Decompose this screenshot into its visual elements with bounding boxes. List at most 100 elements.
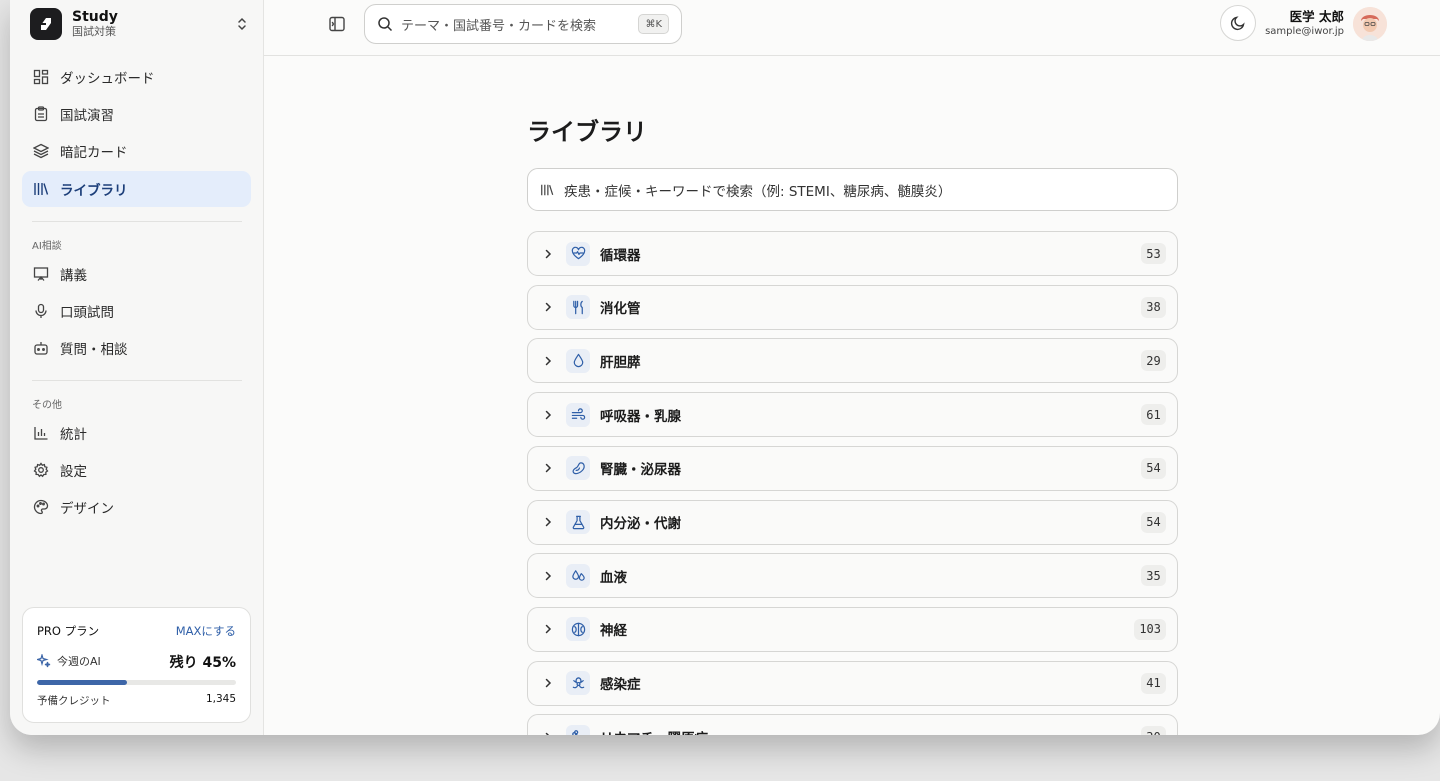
category-count-badge: 53 (1141, 243, 1166, 264)
credit-value: 1,345 (205, 693, 236, 705)
sidebar-item-label: 暗記カード (60, 145, 128, 161)
category-row[interactable]: 消化管 38 (527, 284, 1178, 330)
sidebar-divider (32, 221, 242, 222)
sidebar-item-lecture[interactable]: 講義 (22, 256, 251, 292)
palette-icon (32, 498, 50, 516)
upgrade-link[interactable]: MAXにする (176, 623, 236, 639)
chevron-right-icon[interactable] (538, 405, 558, 425)
ai-usage-bar (37, 680, 236, 685)
user-email: sample@iwor.jp (1265, 26, 1344, 37)
bean-icon (566, 456, 590, 481)
section-label-other: その他 (32, 400, 62, 411)
chevron-right-icon[interactable] (538, 727, 558, 735)
category-row[interactable]: リウマチ・膠原病 30 (527, 714, 1178, 735)
sidebar-item-settings[interactable]: 設定 (22, 452, 251, 488)
category-name: 消化管 (600, 301, 641, 318)
dashboard-icon (32, 68, 50, 86)
chevron-up-down-icon (232, 14, 252, 34)
chevron-right-icon[interactable] (538, 297, 558, 317)
chevron-right-icon[interactable] (538, 673, 558, 693)
gear-icon (32, 461, 50, 479)
category-count-badge: 54 (1141, 511, 1166, 533)
workspace-subtitle: 国試対策 (72, 25, 116, 38)
plan-card: PRO プラン MAXにする 今週のAI 残り 45% 予備クレジット 1,34… (22, 607, 251, 723)
sidebar-item-questions[interactable]: 質問・相談 (22, 330, 251, 366)
bot-icon (32, 339, 50, 357)
sidebar-item-label: 質問・相談 (60, 342, 128, 358)
category-count-badge: 103 (1134, 618, 1166, 640)
category-row[interactable]: 肝胆膵 29 (527, 338, 1178, 384)
library-search-placeholder: 疾患・症候・キーワードで検索（例: STEMI、糖尿病、髄膜炎） (564, 183, 952, 200)
category-name: 血液 (600, 569, 627, 586)
sparkles-icon (37, 654, 51, 668)
page-title: ライブラリ (527, 118, 647, 146)
sidebar: Study 国試対策 ダッシュボード 国試演習 暗記カード ライブラリ AI相談 (10, 0, 264, 735)
theme-toggle-button[interactable] (1220, 5, 1256, 41)
sidebar-item-oral-exam[interactable]: 口頭試問 (22, 293, 251, 329)
category-count-badge: 35 (1141, 565, 1166, 587)
sidebar-item-label: ライブラリ (60, 183, 128, 199)
category-count-badge: 61 (1141, 404, 1166, 426)
app-window: Study 国試対策 ダッシュボード 国試演習 暗記カード ライブラリ AI相談 (10, 0, 1440, 735)
library-icon (541, 184, 554, 195)
flask-icon (566, 510, 590, 534)
category-row[interactable]: 血液 35 (527, 553, 1178, 599)
search-icon (378, 17, 393, 32)
chevron-right-icon[interactable] (538, 458, 558, 478)
sidebar-item-flashcards[interactable]: 暗記カード (22, 133, 251, 169)
category-name: リウマチ・膠原病 (600, 727, 708, 735)
sidebar-item-dashboard[interactable]: ダッシュボード (22, 59, 251, 95)
top-bar: テーマ・国試番号・カードを検索 ⌘K 医学 太郎 sample@iwor.jp (264, 0, 1440, 56)
category-row[interactable]: 循環器 53 (527, 231, 1178, 276)
brain-icon (566, 617, 590, 642)
sidebar-item-design[interactable]: デザイン (22, 489, 251, 525)
chevron-right-icon[interactable] (538, 566, 558, 586)
search-placeholder: テーマ・国試番号・カードを検索 (401, 18, 597, 34)
wind-icon (566, 402, 590, 427)
chevron-right-icon[interactable] (538, 619, 558, 639)
chevron-right-icon[interactable] (538, 244, 558, 264)
panel-left-icon (329, 16, 345, 32)
global-search-input[interactable]: テーマ・国試番号・カードを検索 ⌘K (364, 4, 682, 44)
moon-icon (1230, 16, 1245, 31)
sidebar-item-exam-practice[interactable]: 国試演習 (22, 96, 251, 132)
plan-title: PRO プラン (37, 624, 100, 638)
avatar[interactable] (1353, 7, 1387, 41)
droplets-icon (566, 563, 590, 588)
category-row[interactable]: 内分泌・代謝 54 (527, 499, 1178, 545)
sidebar-item-label: デザイン (60, 501, 114, 517)
main-content: テーマ・国試番号・カードを検索 ⌘K 医学 太郎 sample@iwor.jp … (264, 0, 1440, 735)
workspace-switcher[interactable]: Study 国試対策 (30, 8, 252, 40)
category-count-badge: 41 (1141, 672, 1166, 694)
heart-pulse-icon (566, 241, 590, 266)
category-row[interactable]: 呼吸器・乳腺 61 (527, 392, 1178, 438)
category-count-badge: 29 (1141, 350, 1166, 372)
bone-icon (566, 724, 590, 735)
layers-icon (32, 142, 50, 160)
weekly-ai-label: 今週のAI (57, 655, 101, 668)
category-row[interactable]: 腎臓・泌尿器 54 (527, 445, 1178, 491)
sidebar-divider (32, 380, 242, 381)
ai-remaining: 残り 45% (169, 655, 236, 671)
sidebar-toggle-button[interactable] (326, 13, 348, 35)
sidebar-item-library[interactable]: ライブラリ (22, 171, 251, 207)
category-row[interactable]: 感染症 41 (527, 660, 1178, 706)
category-name: 腎臓・泌尿器 (600, 462, 681, 479)
sidebar-item-label: ダッシュボード (60, 71, 155, 87)
utensils-icon (566, 295, 590, 320)
category-name: 神経 (600, 623, 627, 640)
category-name: 循環器 (600, 247, 641, 264)
sidebar-item-label: 講義 (60, 268, 87, 284)
user-name: 医学 太郎 (1289, 9, 1344, 24)
library-icon (32, 180, 50, 198)
chevron-right-icon[interactable] (538, 351, 558, 371)
category-name: 内分泌・代謝 (600, 516, 681, 532)
chevron-right-icon[interactable] (538, 512, 558, 532)
sidebar-item-stats[interactable]: 統計 (22, 415, 251, 451)
category-row[interactable]: 神経 103 (527, 606, 1178, 652)
library-search-input[interactable]: 疾患・症候・キーワードで検索（例: STEMI、糖尿病、髄膜炎） (527, 168, 1178, 211)
droplet-icon (566, 348, 590, 373)
user-info[interactable]: 医学 太郎 sample@iwor.jp (1264, 9, 1344, 38)
sidebar-item-label: 統計 (60, 427, 87, 443)
sidebar-item-label: 口頭試問 (60, 305, 114, 321)
